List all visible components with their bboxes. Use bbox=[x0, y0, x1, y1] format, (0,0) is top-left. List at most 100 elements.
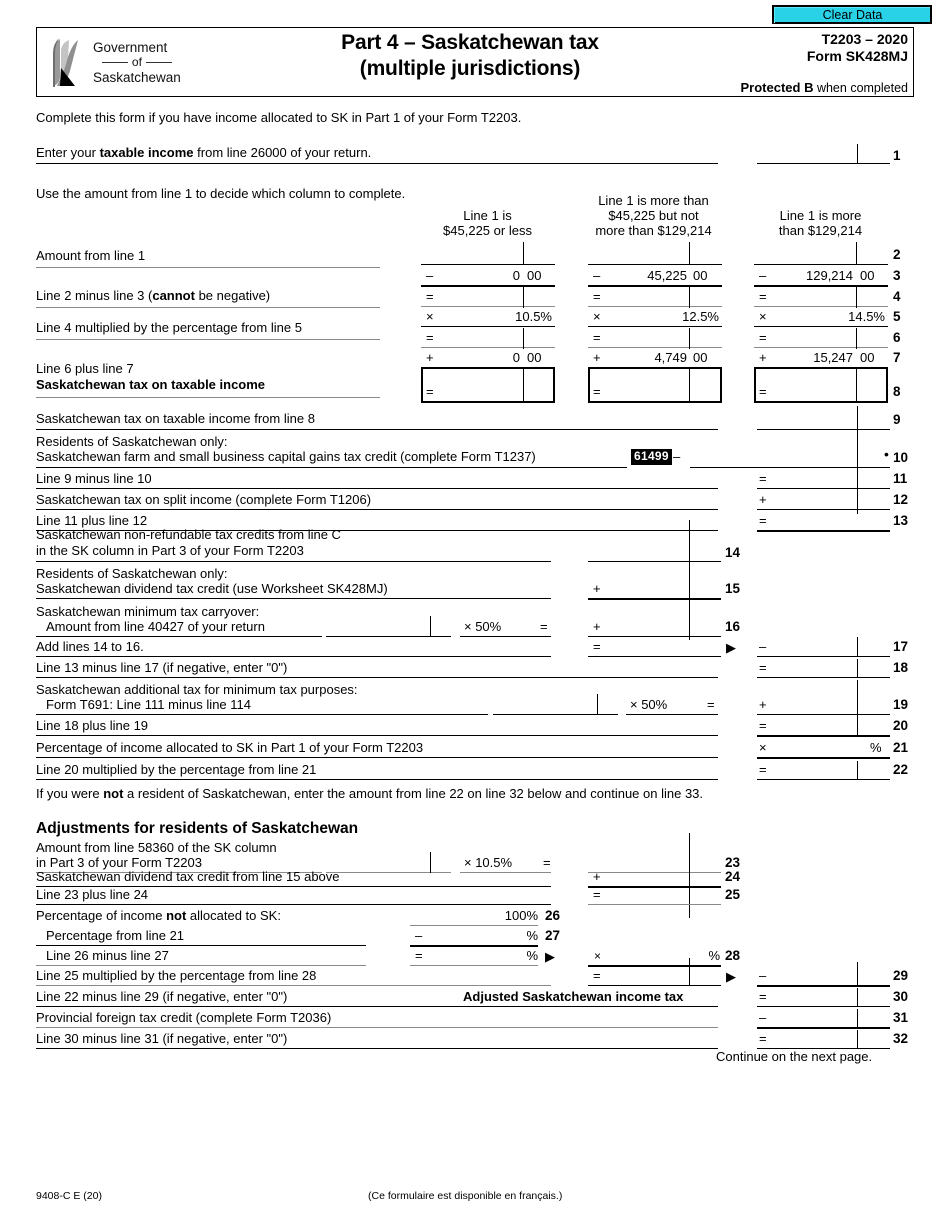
line29-label-rule bbox=[36, 985, 551, 986]
line16-field-rule bbox=[588, 636, 721, 637]
line23-equals: = bbox=[543, 855, 551, 870]
row4-label-rule bbox=[36, 307, 380, 308]
line1-label-post: from line 26000 of your return. bbox=[193, 145, 372, 160]
line-number-29: 29 bbox=[893, 968, 909, 983]
line19-label-line1: Saskatchewan additional tax for minimum … bbox=[36, 682, 358, 697]
line17-op: – bbox=[759, 639, 767, 654]
line29-arrow-glyph: ▶ bbox=[726, 969, 736, 984]
col1-row4-rule bbox=[421, 306, 555, 307]
col2-row5-rule bbox=[588, 326, 722, 327]
line10-label-line1: Residents of Saskatchewan only: bbox=[36, 434, 228, 449]
line32-label-rule bbox=[36, 1048, 718, 1049]
line30-label: Line 22 minus line 29 (if negative, ente… bbox=[36, 989, 288, 1004]
line14-field-rule bbox=[588, 561, 721, 562]
line26-field-rule bbox=[410, 925, 538, 926]
column3-header-line2: than $129,214 bbox=[778, 223, 863, 238]
line-number-16: 16 bbox=[725, 619, 741, 634]
protected-b-bold: Protected B bbox=[740, 80, 814, 95]
clear-data-button[interactable]: Clear Data bbox=[772, 5, 932, 24]
line19-entry-rule bbox=[493, 714, 618, 715]
line31-op: – bbox=[759, 1010, 767, 1025]
col1-row4-divider bbox=[523, 286, 524, 308]
col1-row4-op: = bbox=[426, 289, 434, 304]
line12-label-rule bbox=[36, 509, 718, 510]
line-number-27: 27 bbox=[545, 928, 561, 943]
line15-label-line1: Residents of Saskatchewan only: bbox=[36, 566, 228, 581]
line-number-9: 9 bbox=[893, 412, 901, 427]
col3-row5-rule bbox=[754, 326, 888, 327]
not-resident-note-bold: not bbox=[103, 786, 124, 801]
line23-entry-rule bbox=[326, 872, 451, 873]
row8-label-rule bbox=[36, 397, 380, 398]
column1-header-line1: Line 1 is bbox=[463, 208, 512, 223]
column2-header-line2: $45,225 but not bbox=[608, 208, 699, 223]
line20-op: = bbox=[759, 718, 767, 733]
line12-field-rule bbox=[757, 509, 890, 510]
line16-entry-rule bbox=[326, 636, 451, 637]
line1-label-bold: taxable income bbox=[99, 145, 194, 160]
protected-b-label: Protected B when completed bbox=[690, 80, 908, 95]
line28-label: Line 26 minus line 27 bbox=[46, 948, 169, 963]
line-number-18: 18 bbox=[893, 660, 909, 675]
line17-label: Add lines 14 to 16. bbox=[36, 639, 144, 654]
col1-row6-rule bbox=[421, 347, 555, 348]
line1-field-rule bbox=[757, 163, 890, 164]
col3-row2-divider bbox=[856, 242, 857, 264]
line19-mult-rule bbox=[626, 714, 718, 715]
line27-label-rule bbox=[36, 945, 366, 946]
column2-header-line1: Line 1 is more than bbox=[598, 193, 709, 208]
line25-field-rule bbox=[588, 904, 721, 905]
form-id-footer: 9408-C E (20) bbox=[36, 1190, 102, 1202]
line-number-21: 21 bbox=[893, 740, 909, 755]
line15-label-rule bbox=[36, 598, 551, 599]
form-code: Form SK428MJ bbox=[806, 48, 908, 64]
mid-column-divider-23-25 bbox=[689, 833, 690, 918]
line21-op: × bbox=[759, 740, 767, 755]
line21-label-rule bbox=[36, 757, 718, 758]
line31-cents-divider bbox=[857, 1009, 858, 1028]
line30-field-rule bbox=[757, 1006, 890, 1007]
use-amount-note: Use the amount from line 1 to decide whi… bbox=[36, 186, 406, 201]
line19-op: + bbox=[759, 697, 767, 712]
col1-row5-rule bbox=[421, 326, 555, 327]
line24-label: Saskatchewan dividend tax credit from li… bbox=[36, 869, 340, 884]
line23-field-rule bbox=[588, 872, 721, 873]
logo-rule-left bbox=[101, 61, 128, 63]
line-number-22: 22 bbox=[893, 762, 909, 777]
col3-row8-box[interactable] bbox=[754, 367, 888, 403]
line9-label-rule bbox=[36, 429, 718, 430]
col2-row8-box[interactable] bbox=[588, 367, 722, 403]
line16-equals: = bbox=[540, 619, 548, 634]
line-number-28: 28 bbox=[725, 948, 741, 963]
col1-row8-box[interactable] bbox=[421, 367, 555, 403]
col2-row6-op: = bbox=[593, 330, 601, 345]
line28-label-rule bbox=[36, 965, 366, 966]
line16-entry-divider bbox=[430, 616, 431, 637]
line-number-24: 24 bbox=[725, 869, 741, 884]
line30-cents-divider bbox=[857, 988, 858, 1007]
page-title: Part 4 – Saskatchewan tax (multiple juri… bbox=[250, 30, 690, 82]
line26-label: Percentage of income not allocated to SK… bbox=[36, 908, 281, 923]
french-availability-note: (Ce formulaire est disponible en françai… bbox=[368, 1190, 563, 1202]
line10-bullet: • bbox=[884, 446, 889, 462]
line12-label: Saskatchewan tax on split income (comple… bbox=[36, 492, 372, 507]
col1-row6-op: = bbox=[426, 330, 434, 345]
line25-label-rule bbox=[36, 904, 551, 905]
line32-label: Line 30 minus line 31 (if negative, ente… bbox=[36, 1031, 288, 1046]
col2-row4-op: = bbox=[593, 289, 601, 304]
row4-label: Line 2 minus line 3 (cannot be negative) bbox=[36, 288, 270, 303]
line24-op: + bbox=[593, 869, 601, 884]
line26-value: 100% bbox=[504, 908, 538, 923]
col1-row3-value: 0 bbox=[512, 268, 520, 283]
line29-carry-arrow-icon: ▶ bbox=[726, 970, 736, 983]
line29-op: – bbox=[759, 968, 767, 983]
logo-line-saskatchewan: Saskatchewan bbox=[93, 69, 181, 85]
line17-field-rule bbox=[757, 656, 890, 657]
col2-row7-value: 4,749 bbox=[654, 350, 687, 365]
col2-row2-divider bbox=[689, 242, 690, 264]
column2-header: Line 1 is more than $45,225 but not more… bbox=[586, 193, 721, 238]
row6-label: Line 4 multiplied by the percentage from… bbox=[36, 320, 302, 335]
line22-op: = bbox=[759, 762, 767, 777]
line14-label-line2: in the SK column in Part 3 of your Form … bbox=[36, 543, 304, 558]
row4-label-pre: Line 2 minus line 3 ( bbox=[36, 288, 153, 303]
